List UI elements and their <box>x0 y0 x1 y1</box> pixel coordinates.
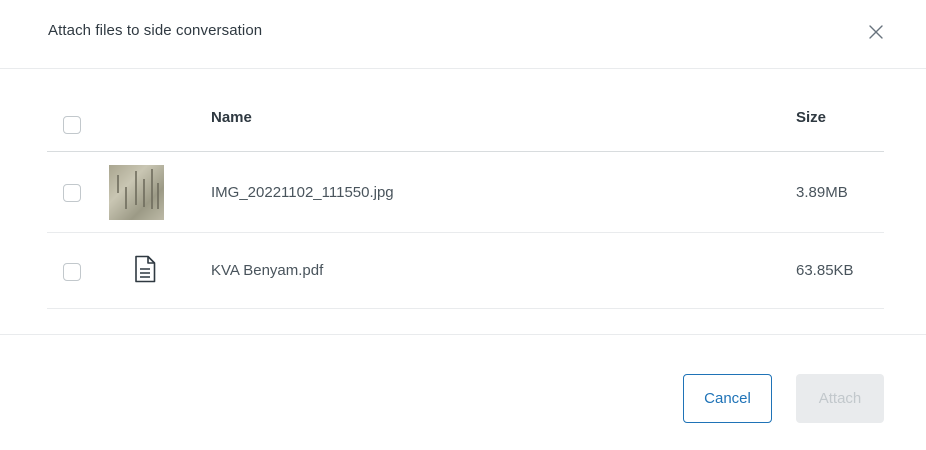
file-checkbox[interactable] <box>63 263 81 281</box>
column-header-size: Size <box>796 109 827 126</box>
file-size: 63.85KB <box>796 262 854 279</box>
table-row[interactable]: IMG_20221102_111550.jpg 3.89MB <box>47 152 884 233</box>
select-all-checkbox[interactable] <box>63 116 81 134</box>
file-name: KVA Benyam.pdf <box>211 262 324 279</box>
table-row[interactable]: KVA Benyam.pdf 63.85KB <box>47 233 884 309</box>
image-thumbnail <box>109 165 164 220</box>
dialog-header: Attach files to side conversation <box>0 0 926 69</box>
close-icon <box>869 25 883 39</box>
close-button[interactable] <box>866 22 886 42</box>
column-header-name: Name <box>211 109 252 126</box>
file-checkbox[interactable] <box>63 184 81 202</box>
table-header-row: Name Size <box>47 85 884 152</box>
file-size: 3.89MB <box>796 184 848 201</box>
dialog-title: Attach files to side conversation <box>48 22 263 39</box>
attach-button[interactable]: Attach <box>796 374 884 423</box>
file-name: IMG_20221102_111550.jpg <box>211 184 394 201</box>
file-table: Name Size IMG_20221102_111550.jpg 3.89MB <box>47 85 884 309</box>
attach-files-dialog: Attach files to side conversation Name S… <box>0 0 926 450</box>
cancel-button[interactable]: Cancel <box>683 374 772 423</box>
document-icon <box>135 255 156 283</box>
dialog-footer: Cancel Attach <box>0 334 926 450</box>
